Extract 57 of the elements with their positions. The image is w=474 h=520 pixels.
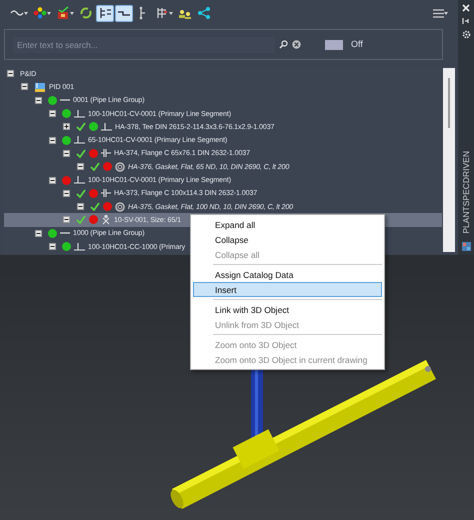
collapse-icon[interactable] (35, 230, 42, 237)
collapse-icon[interactable] (49, 136, 56, 144)
tee-symbol-icon (74, 242, 85, 252)
collapse-icon[interactable] (7, 70, 14, 78)
close-icon[interactable] (462, 4, 470, 12)
scrollbar[interactable] (443, 68, 455, 252)
flange-icon (101, 148, 111, 158)
tree-button[interactable] (96, 4, 114, 22)
collapse-icon[interactable] (77, 203, 84, 210)
tree-icon (98, 6, 112, 20)
menu-item[interactable]: Expand all (193, 217, 382, 232)
expand-icon[interactable] (63, 123, 70, 130)
scroll-thumb[interactable] (448, 78, 450, 128)
menu-item[interactable]: Link with 3D Object (193, 302, 382, 317)
collapse-icon[interactable] (21, 83, 28, 90)
refresh-icon (79, 6, 93, 20)
search-field[interactable]: Enter text to search... (13, 36, 275, 52)
collapse-icon[interactable] (49, 243, 56, 250)
share-button[interactable] (195, 4, 213, 22)
nodes-button[interactable] (31, 4, 53, 22)
lock-icon (56, 6, 70, 20)
collapse-icon[interactable] (49, 110, 56, 118)
nodes-icon (33, 6, 47, 20)
collapse-icon[interactable] (35, 96, 42, 104)
gasket-icon (115, 202, 125, 212)
toggle-switch[interactable] (325, 40, 343, 50)
settings-icon[interactable] (462, 30, 470, 39)
collapse-icon[interactable] (49, 176, 56, 184)
tee-symbol-icon (101, 122, 112, 132)
tee-symbol-icon (74, 175, 85, 186)
palette-icon[interactable] (462, 242, 470, 251)
valve-icon (101, 214, 111, 225)
menu-item[interactable]: Insert (193, 282, 382, 297)
caret-icon (47, 12, 51, 14)
collapse-icon[interactable] (63, 216, 70, 224)
caret-icon (70, 12, 74, 14)
search-icon[interactable] (279, 40, 288, 49)
caret-icon (169, 12, 173, 14)
tee-symbol-icon (74, 135, 85, 146)
caret-icon (24, 12, 28, 14)
gasket-icon (115, 162, 125, 172)
tee-symbol-icon (74, 108, 85, 119)
collapse-icon[interactable] (77, 163, 84, 170)
menu-item[interactable]: Assign Catalog Data (193, 267, 382, 282)
clear-icon[interactable] (292, 40, 301, 49)
flange-icon (101, 188, 111, 198)
drawing-icon (34, 82, 46, 92)
caret-icon (444, 12, 448, 14)
menu-icon (433, 8, 444, 18)
table-icon (155, 6, 169, 20)
share-icon (197, 6, 211, 20)
pin-icon[interactable] (462, 17, 470, 25)
collapse-icon[interactable] (63, 190, 70, 197)
menu-item[interactable]: Collapse (193, 232, 382, 247)
line-button[interactable] (115, 4, 133, 22)
collapse-icon[interactable] (63, 150, 70, 157)
toggle-label: Off (351, 38, 363, 51)
